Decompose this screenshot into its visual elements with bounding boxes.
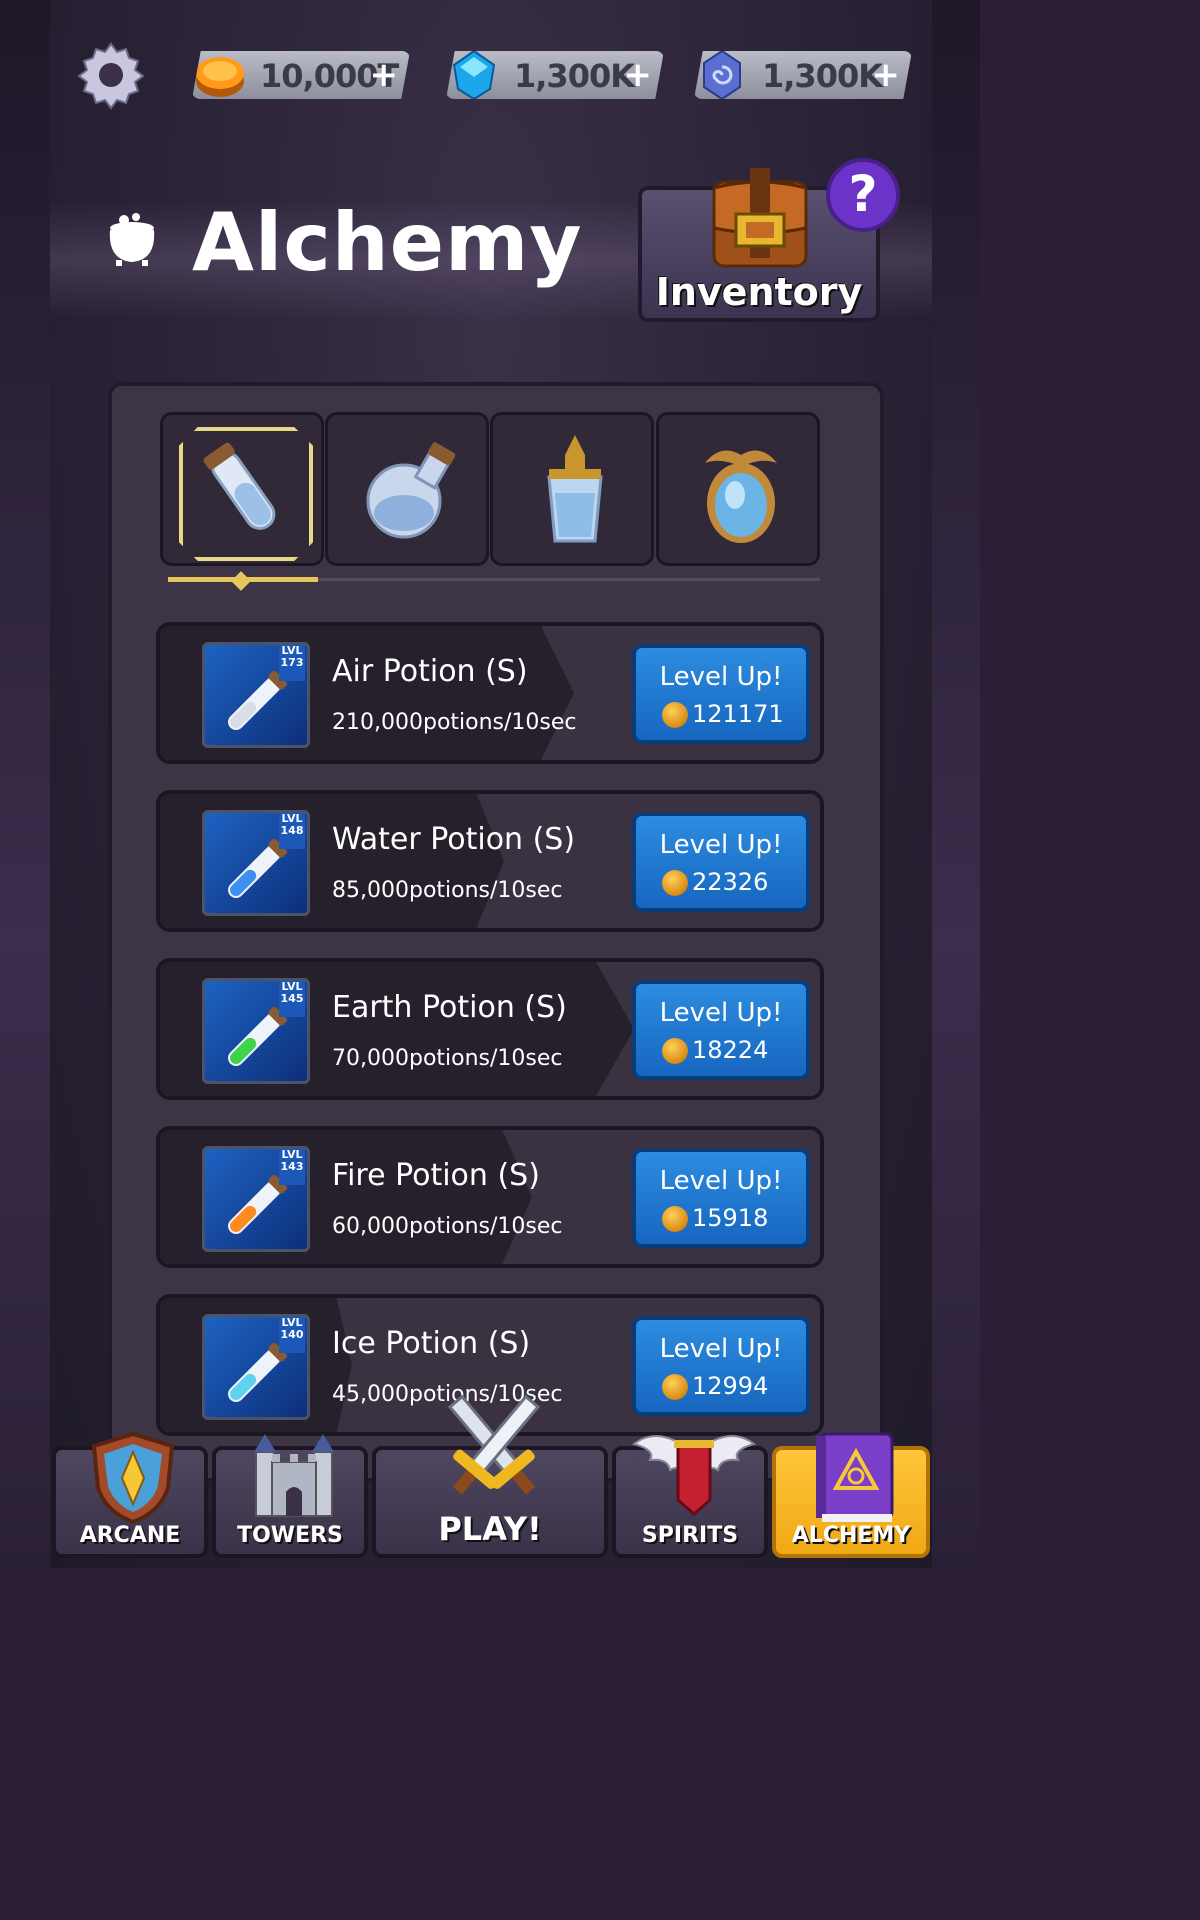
- crystal-bottle-potion-icon: [547, 435, 603, 543]
- potion-rate: 210,000potions/10sec: [332, 710, 577, 735]
- satchel-icon: [706, 168, 814, 274]
- add-gold-button[interactable]: +: [370, 55, 399, 95]
- gold-coin-icon: [662, 870, 688, 896]
- nav-label: PLAY!: [438, 1510, 542, 1548]
- blue-gem-icon: [446, 51, 502, 99]
- inventory-label: Inventory: [655, 270, 863, 314]
- level-up-label: Level Up!: [659, 1166, 783, 1196]
- winged-banner-icon: [631, 1435, 757, 1516]
- potion-row-fire: LVL 143 Fire Potion (S) 60,000potions/10s…: [156, 1126, 824, 1268]
- page-title: Alchemy: [192, 196, 583, 289]
- level-badge: LVL 148: [279, 813, 305, 849]
- water-potion-icon: LVL 148: [202, 810, 310, 916]
- help-button[interactable]: ?: [826, 158, 900, 232]
- ice-potion-icon: LVL 140: [202, 1314, 310, 1420]
- level-up-cost: 18224: [692, 1036, 769, 1064]
- round-flask-potion-icon: [366, 442, 456, 539]
- nav-spirits[interactable]: SPIRITS: [612, 1435, 768, 1558]
- spiral-crystal-icon: [694, 51, 750, 99]
- gold-currency[interactable]: 10,000T +: [192, 51, 410, 99]
- potion-name: Fire Potion (S): [332, 1158, 540, 1193]
- level-up-label: Level Up!: [659, 662, 783, 692]
- potion-name: Water Potion (S): [332, 822, 576, 857]
- level-up-button[interactable]: Level Up! 18224: [632, 980, 810, 1080]
- gold-coin-icon: [662, 702, 688, 728]
- air-potion-icon: LVL 173: [202, 642, 310, 748]
- tab-test-tube[interactable]: [160, 412, 324, 566]
- gold-coin-icon: [662, 1038, 688, 1064]
- nav-label: TOWERS: [237, 1523, 343, 1548]
- nav-alchemy[interactable]: ALCHEMY: [772, 1432, 930, 1558]
- gold-coin-icon: [192, 51, 248, 99]
- potion-row-air: LVL 173 Air Potion (S) 210,000potions/10s…: [156, 622, 824, 764]
- level-badge: LVL 145: [279, 981, 305, 1017]
- tab-crystal-bottle[interactable]: [490, 412, 654, 566]
- level-up-label: Level Up!: [659, 1334, 783, 1364]
- potion-rate: 60,000potions/10sec: [332, 1214, 563, 1239]
- fire-potion-icon: LVL 143: [202, 1146, 310, 1252]
- crystal-currency[interactable]: 1,300K +: [694, 51, 912, 99]
- level-up-label: Level Up!: [659, 998, 783, 1028]
- shield-icon: [91, 1431, 175, 1525]
- gold-coin-icon: [662, 1206, 688, 1232]
- tab-round-flask[interactable]: [325, 412, 489, 566]
- level-up-button[interactable]: Level Up! 121171: [632, 644, 810, 744]
- potion-name: Earth Potion (S): [332, 990, 567, 1025]
- nav-label: SPIRITS: [641, 1523, 739, 1548]
- castle-icon: [254, 1434, 334, 1517]
- level-up-button[interactable]: Level Up! 15918: [632, 1148, 810, 1248]
- test-tube-potion-icon: [203, 442, 276, 530]
- gold-coin-icon: [662, 1374, 688, 1400]
- nav-play[interactable]: PLAY!: [372, 1394, 608, 1558]
- level-up-cost: 15918: [692, 1204, 769, 1232]
- crossed-swords-icon: [447, 1394, 541, 1495]
- potion-rate: 85,000potions/10sec: [332, 878, 563, 903]
- level-up-button[interactable]: Level Up! 22326: [632, 812, 810, 912]
- bottom-nav: ARCANE TOWERS PLAY! SPIRITS ALCHEMY: [50, 1394, 932, 1568]
- nav-label: ALCHEMY: [791, 1523, 911, 1548]
- gear-icon[interactable]: [74, 40, 148, 110]
- tab-ornate-orb[interactable]: [656, 412, 820, 566]
- level-badge: LVL 143: [279, 1149, 305, 1185]
- potion-row-water: LVL 148 Water Potion (S) 85,000potions/10…: [156, 790, 824, 932]
- level-badge: LVL 140: [279, 1317, 305, 1353]
- level-up-label: Level Up!: [659, 830, 783, 860]
- level-badge: LVL 173: [279, 645, 305, 681]
- ornate-orb-potion-icon: [705, 450, 777, 543]
- level-up-cost: 12994: [692, 1372, 769, 1400]
- level-up-cost: 22326: [692, 868, 769, 896]
- gem-currency[interactable]: 1,300K +: [446, 51, 664, 99]
- add-gem-button[interactable]: +: [624, 55, 653, 95]
- potion-name: Ice Potion (S): [332, 1326, 531, 1361]
- nav-label: ARCANE: [79, 1523, 181, 1548]
- potion-rate: 70,000potions/10sec: [332, 1046, 563, 1071]
- background-right: [932, 0, 980, 1568]
- background-left: [0, 0, 50, 1568]
- level-up-button[interactable]: Level Up! 12994: [632, 1316, 810, 1416]
- potion-row-earth: LVL 145 Earth Potion (S) 70,000potions/10…: [156, 958, 824, 1100]
- earth-potion-icon: LVL 145: [202, 978, 310, 1084]
- cauldron-icon: [104, 210, 160, 268]
- spellbook-icon: [816, 1432, 894, 1522]
- nav-towers[interactable]: TOWERS: [212, 1434, 368, 1558]
- potion-name: Air Potion (S): [332, 654, 528, 689]
- gem-value: 1,300K: [514, 57, 635, 95]
- level-up-cost: 121171: [692, 700, 784, 728]
- add-crystal-button[interactable]: +: [872, 55, 901, 95]
- nav-arcane[interactable]: ARCANE: [52, 1431, 208, 1558]
- crystal-value: 1,300K: [762, 57, 883, 95]
